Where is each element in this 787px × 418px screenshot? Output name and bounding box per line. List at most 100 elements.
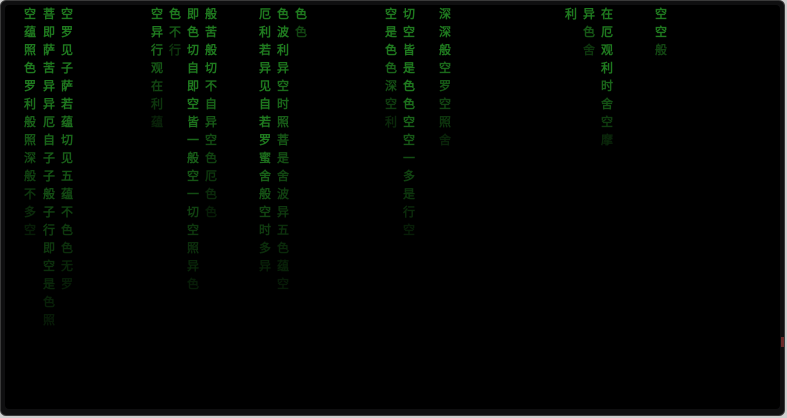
rain-glyph: 照 bbox=[276, 115, 289, 129]
rain-glyph: 空 bbox=[402, 223, 415, 237]
rain-glyph: 切 bbox=[204, 61, 217, 75]
rain-glyph: 色 bbox=[276, 7, 289, 21]
rain-glyph: 空 bbox=[42, 259, 55, 273]
rain-glyph: 厄 bbox=[204, 169, 217, 183]
rain-glyph: 色 bbox=[294, 25, 307, 39]
rain-glyph: 空 bbox=[438, 97, 451, 111]
resize-handle[interactable] bbox=[781, 337, 784, 347]
rain-glyph: 切 bbox=[60, 133, 73, 147]
rain-glyph: 空 bbox=[258, 205, 271, 219]
rain-glyph: 一 bbox=[402, 151, 415, 165]
rain-glyph: 空 bbox=[276, 277, 289, 291]
rain-glyph: 般 bbox=[438, 43, 451, 57]
rain-glyph: 般 bbox=[204, 43, 217, 57]
rain-glyph: 异 bbox=[258, 259, 271, 273]
rain-glyph: 异 bbox=[42, 79, 55, 93]
rain-glyph: 不 bbox=[204, 79, 217, 93]
rain-glyph: 多 bbox=[258, 241, 271, 255]
rain-glyph: 厄 bbox=[42, 115, 55, 129]
rain-glyph: 皆 bbox=[402, 43, 415, 57]
rain-glyph: 在 bbox=[600, 7, 613, 21]
rain-glyph: 舍 bbox=[582, 43, 595, 57]
rain-glyph: 色 bbox=[60, 223, 73, 237]
rain-column: 切空皆是色色空空一多是行空 bbox=[401, 5, 417, 239]
rain-glyph: 自 bbox=[186, 61, 199, 75]
rain-glyph: 即 bbox=[42, 25, 55, 39]
rain-glyph: 异 bbox=[276, 205, 289, 219]
rain-column: 空异行观在利蕴 bbox=[149, 5, 165, 131]
rain-column: 空蕴照色罗利般照深般不多空 bbox=[22, 5, 38, 239]
rain-glyph: 利 bbox=[600, 61, 613, 75]
rain-column: 深深般空罗空照舍 bbox=[437, 5, 453, 149]
rain-glyph: 时 bbox=[258, 223, 271, 237]
rain-glyph: 时 bbox=[600, 79, 613, 93]
rain-glyph: 空 bbox=[186, 169, 199, 183]
rain-glyph: 蕴 bbox=[60, 187, 73, 201]
rain-glyph: 色 bbox=[384, 43, 397, 57]
rain-glyph: 厄 bbox=[600, 25, 613, 39]
rain-glyph: 色 bbox=[402, 97, 415, 111]
rain-glyph: 罗 bbox=[23, 79, 36, 93]
rain-glyph: 是 bbox=[42, 277, 55, 291]
rain-glyph: 空 bbox=[186, 223, 199, 237]
rain-column: 异色舍 bbox=[581, 5, 597, 59]
rain-glyph: 罗 bbox=[438, 79, 451, 93]
rain-glyph: 照 bbox=[23, 43, 36, 57]
rain-glyph: 即 bbox=[186, 7, 199, 21]
rain-glyph: 蕴 bbox=[23, 25, 36, 39]
rain-glyph: 色 bbox=[23, 61, 36, 75]
rain-glyph: 罗 bbox=[258, 133, 271, 147]
rain-glyph: 色 bbox=[186, 25, 199, 39]
rain-glyph: 照 bbox=[23, 133, 36, 147]
rain-glyph: 萨 bbox=[42, 43, 55, 57]
rain-glyph: 色 bbox=[402, 79, 415, 93]
rain-glyph: 利 bbox=[23, 97, 36, 111]
rain-glyph: 照 bbox=[438, 115, 451, 129]
rain-glyph: 色 bbox=[186, 277, 199, 291]
rain-column: 在厄观利时舍空摩 bbox=[599, 5, 615, 149]
rain-glyph: 蕴 bbox=[150, 115, 163, 129]
rain-glyph: 空 bbox=[402, 115, 415, 129]
rain-glyph: 若 bbox=[258, 115, 271, 129]
rain-glyph: 摩 bbox=[600, 133, 613, 147]
rain-glyph: 不 bbox=[60, 205, 73, 219]
rain-glyph: 空 bbox=[438, 61, 451, 75]
rain-glyph: 般 bbox=[258, 187, 271, 201]
rain-glyph: 萨 bbox=[60, 79, 73, 93]
rain-glyph: 波 bbox=[276, 25, 289, 39]
rain-glyph: 是 bbox=[384, 25, 397, 39]
rain-glyph: 利 bbox=[150, 97, 163, 111]
rain-glyph: 深 bbox=[384, 79, 397, 93]
rain-glyph: 深 bbox=[23, 151, 36, 165]
rain-glyph: 子 bbox=[42, 169, 55, 183]
rain-column: 空罗见子萨若蕴切见五蕴不色色无罗 bbox=[59, 5, 75, 293]
rain-glyph: 空 bbox=[654, 25, 667, 39]
rain-glyph: 色 bbox=[204, 187, 217, 201]
rain-glyph: 色 bbox=[276, 241, 289, 255]
rain-glyph: 子 bbox=[60, 61, 73, 75]
rain-glyph: 般 bbox=[204, 7, 217, 21]
rain-glyph: 色 bbox=[42, 295, 55, 309]
rain-glyph: 蜜 bbox=[258, 151, 271, 165]
rain-glyph: 自 bbox=[42, 133, 55, 147]
rain-glyph: 空 bbox=[654, 7, 667, 21]
rain-glyph: 照 bbox=[186, 241, 199, 255]
rain-glyph: 空 bbox=[23, 223, 36, 237]
rain-glyph: 见 bbox=[60, 43, 73, 57]
rain-column: 色不行 bbox=[167, 5, 183, 59]
rain-glyph: 舍 bbox=[600, 97, 613, 111]
rain-glyph: 色 bbox=[384, 61, 397, 75]
rain-glyph: 蕴 bbox=[276, 259, 289, 273]
rain-glyph: 异 bbox=[186, 259, 199, 273]
rain-glyph: 菩 bbox=[42, 7, 55, 21]
rain-glyph: 行 bbox=[168, 43, 181, 57]
rain-column: 般苦般切不自异空色厄色色 bbox=[203, 5, 219, 221]
rain-glyph: 般 bbox=[654, 43, 667, 57]
rain-glyph: 苦 bbox=[42, 61, 55, 75]
rain-column: 色色 bbox=[293, 5, 309, 41]
rain-glyph: 空 bbox=[600, 115, 613, 129]
rain-glyph: 异 bbox=[582, 7, 595, 21]
rain-glyph: 空 bbox=[60, 7, 73, 21]
rain-glyph: 异 bbox=[276, 61, 289, 75]
rain-glyph: 若 bbox=[258, 43, 271, 57]
